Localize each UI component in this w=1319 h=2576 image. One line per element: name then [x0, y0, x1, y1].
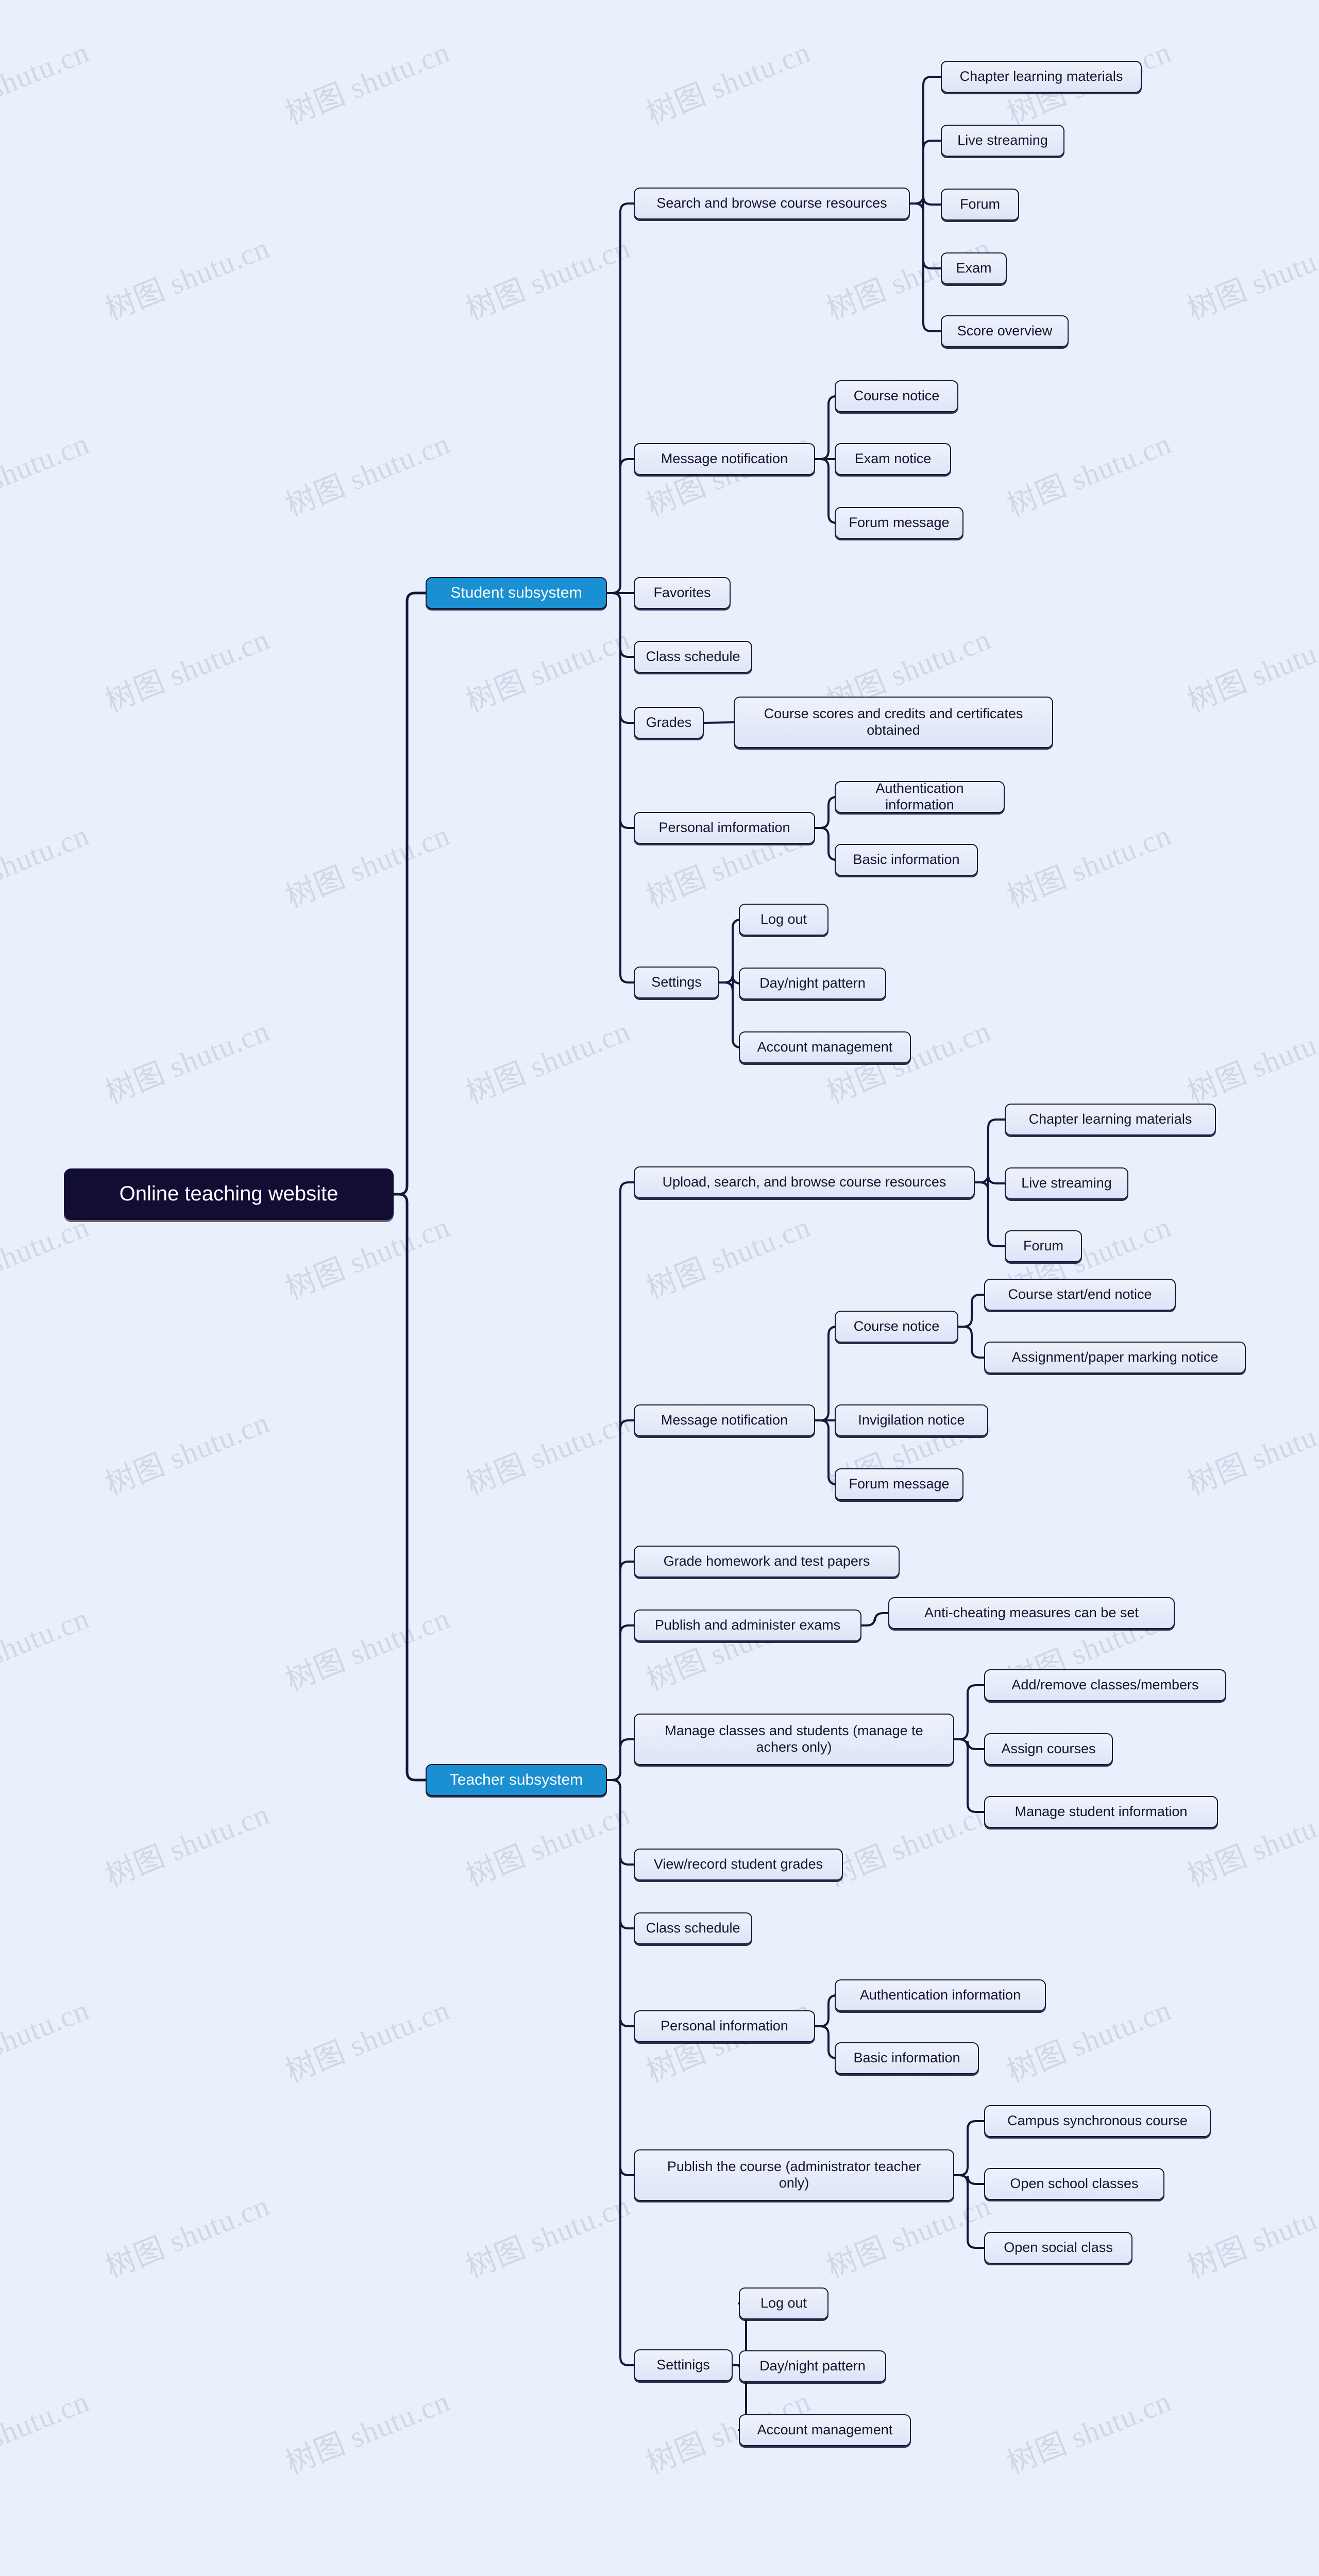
student-subtopic-1-1[interactable]: Exam notice [835, 443, 951, 475]
teacher-subtopic-7-1[interactable]: Basic information [835, 2042, 979, 2074]
student-subtopic-5-0[interactable]: Authentication information [835, 781, 1005, 813]
teacher-topic-9[interactable]: Settinigs [634, 2349, 733, 2381]
student-subtopic-0-4[interactable]: Score overview [941, 315, 1069, 347]
teacher-subtopic-8-0[interactable]: Campus synchronous course [984, 2105, 1211, 2137]
student-topic-6[interactable]: Settings [634, 967, 719, 998]
teacher-subtopic-9-0[interactable]: Log out [739, 2287, 828, 2319]
student-subtopic-6-2[interactable]: Account management [739, 1031, 911, 1063]
student-topic-3[interactable]: Class schedule [634, 641, 752, 673]
watermark-text: 树图 shutu.cn [459, 2573, 635, 2576]
teacher-subtopic-4-1[interactable]: Assign courses [984, 1733, 1113, 1765]
student-topic-1[interactable]: Message notification [634, 443, 815, 475]
teacher-subtopic-0-0[interactable]: Chapter learning materials [1005, 1104, 1216, 1136]
teacher-topic-3[interactable]: Publish and administer exams [634, 1609, 861, 1641]
student-topic-2[interactable]: Favorites [634, 577, 731, 609]
teacher-subtopic-1-1[interactable]: Invigilation notice [835, 1404, 988, 1436]
teacher-subtopic-4-2[interactable]: Manage student information [984, 1796, 1218, 1828]
student-subtopic-1-0[interactable]: Course notice [835, 380, 958, 412]
student-subtopic-1-2[interactable]: Forum message [835, 507, 963, 539]
teacher-topic-1[interactable]: Message notification [634, 1404, 815, 1436]
student-subtopic-0-0[interactable]: Chapter learning materials [941, 61, 1142, 93]
teacher-topic-2[interactable]: Grade homework and test papers [634, 1546, 900, 1578]
teacher-topic-0[interactable]: Upload, search, and browse course resour… [634, 1166, 975, 1198]
student-topic-4[interactable]: Grades [634, 707, 704, 739]
teacher-topic-7[interactable]: Personal information [634, 2010, 815, 2042]
teacher-topic-5[interactable]: View/record student grades [634, 1849, 843, 1880]
teacher-subtopic-1-2[interactable]: Forum message [835, 1468, 963, 1500]
watermark-text: 树图 shutu.cn [819, 2573, 996, 2576]
teacher-topic-8[interactable]: Publish the course (administrator teache… [634, 2149, 954, 2201]
teacher-leaf-1-0-0[interactable]: Course start/end notice [984, 1279, 1176, 1311]
student-subtopic-4-0[interactable]: Course scores and credits and certificat… [734, 697, 1053, 748]
student-subtopic-0-2[interactable]: Forum [941, 189, 1019, 221]
student-subtopic-6-1[interactable]: Day/night pattern [739, 968, 886, 999]
teacher-subtopic-3-0[interactable]: Anti-cheating measures can be set [888, 1597, 1175, 1629]
subsystem-node-teacher[interactable]: Teacher subsystem [426, 1764, 607, 1796]
mindmap-canvas: Online teaching website Student subsystem… [0, 0, 1319, 2534]
student-subtopic-0-3[interactable]: Exam [941, 252, 1007, 284]
teacher-subtopic-9-2[interactable]: Account management [739, 2414, 911, 2446]
teacher-subtopic-0-2[interactable]: Forum [1005, 1230, 1082, 1262]
subsystem-node-student[interactable]: Student subsystem [426, 577, 607, 609]
watermark-text: 树图 shutu.cn [1180, 2573, 1319, 2576]
root-node[interactable]: Online teaching website [64, 1168, 394, 1220]
teacher-subtopic-8-1[interactable]: Open school classes [984, 2168, 1164, 2200]
student-subtopic-6-0[interactable]: Log out [739, 904, 828, 936]
teacher-leaf-1-0-1[interactable]: Assignment/paper marking notice [984, 1342, 1246, 1374]
teacher-subtopic-1-0[interactable]: Course notice [835, 1311, 958, 1343]
teacher-subtopic-9-1[interactable]: Day/night pattern [739, 2350, 886, 2382]
student-subtopic-5-1[interactable]: Basic information [835, 844, 978, 876]
teacher-subtopic-0-1[interactable]: Live streaming [1005, 1167, 1128, 1199]
watermark-text: 树图 shutu.cn [98, 2573, 275, 2576]
student-topic-0[interactable]: Search and browse course resources [634, 188, 910, 219]
student-topic-5[interactable]: Personal imformation [634, 812, 815, 844]
teacher-subtopic-4-0[interactable]: Add/remove classes/members [984, 1669, 1226, 1701]
teacher-topic-6[interactable]: Class schedule [634, 1912, 752, 1944]
teacher-topic-4[interactable]: Manage classes and students (manage te a… [634, 1714, 954, 1765]
teacher-subtopic-8-2[interactable]: Open social class [984, 2232, 1132, 2264]
teacher-subtopic-7-0[interactable]: Authentication information [835, 1979, 1046, 2011]
student-subtopic-0-1[interactable]: Live streaming [941, 125, 1064, 157]
